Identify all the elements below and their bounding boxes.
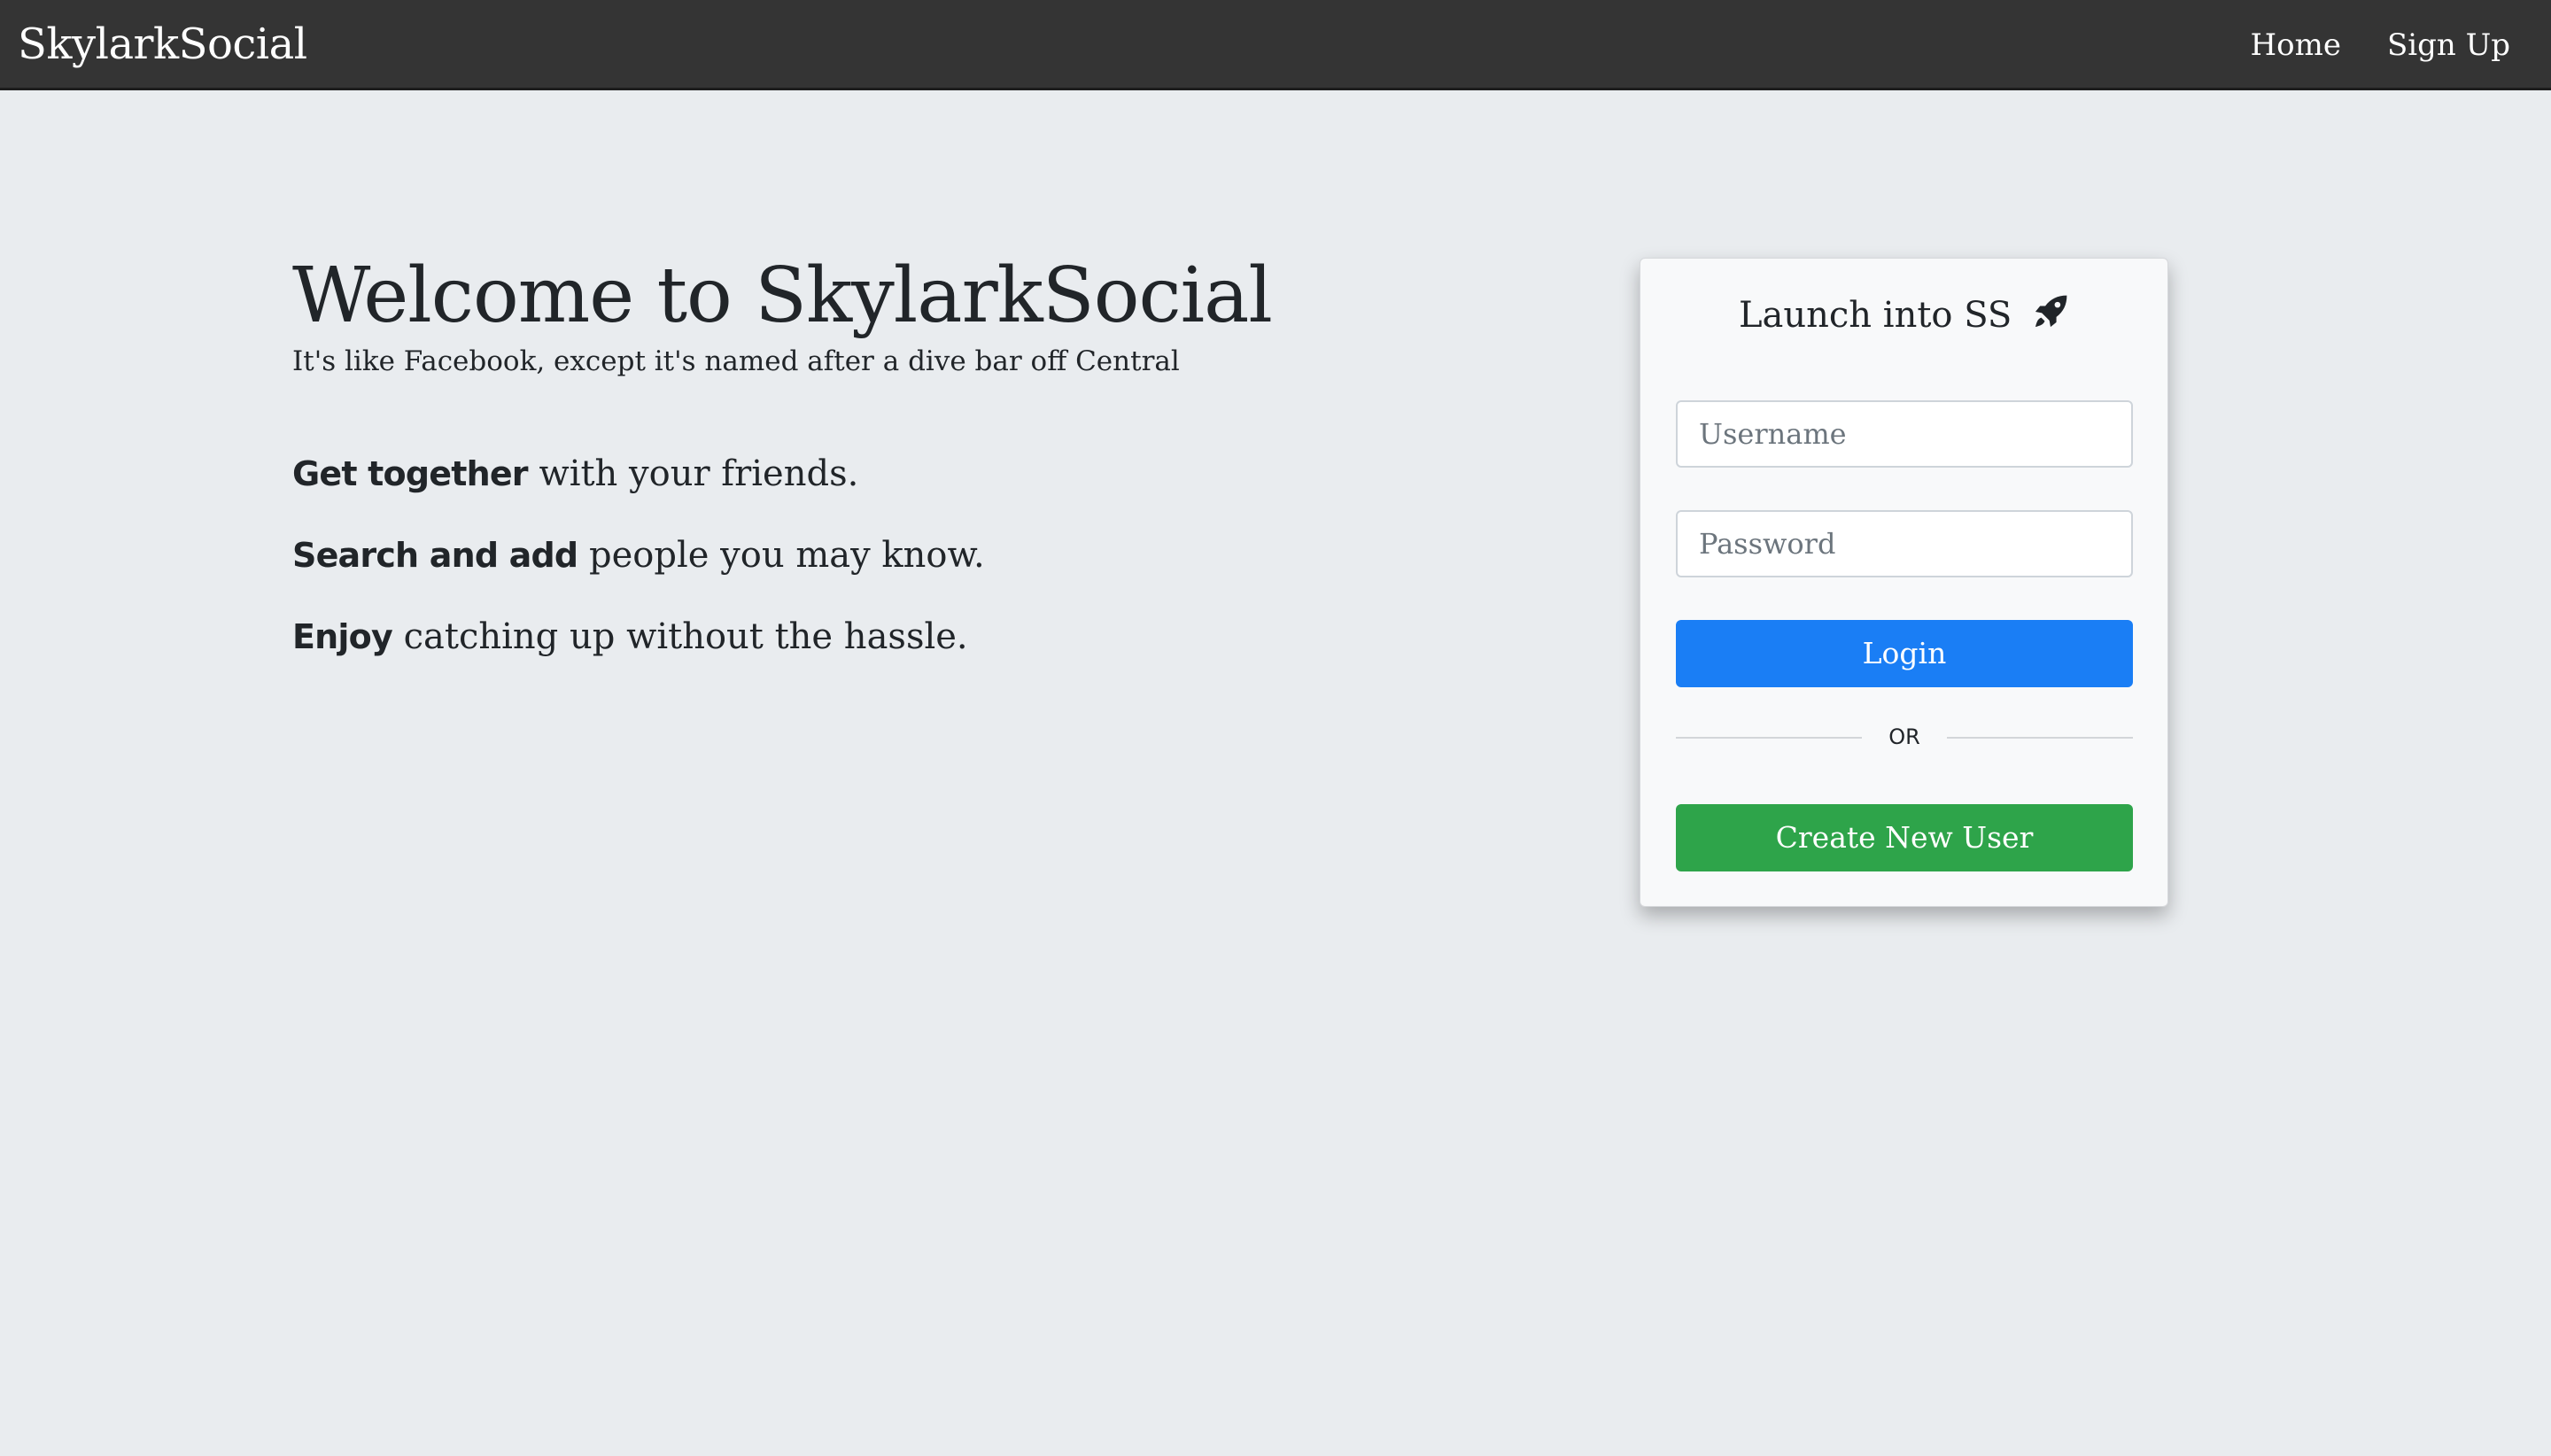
divider-line-right [1947,737,2133,739]
page-title: Welcome to SkylarkSocial [292,252,1273,340]
feature-item: Get together with your friends. [292,450,1444,498]
nav-link-home[interactable]: Home [2250,25,2340,66]
feature-text: catching up without the hassle. [392,616,968,657]
rocket-icon [2032,293,2069,344]
feature-item: Search and add people you may know. [292,531,1444,579]
brand-logo-link[interactable]: SkylarkSocial [18,16,307,73]
navbar: SkylarkSocial Home Sign Up [0,0,2551,90]
feature-highlight: Enjoy [292,617,393,656]
login-card-title-text: Launch into SS [1738,295,2012,336]
hero-section: Welcome to SkylarkSocial It's like Faceb… [292,250,1444,694]
password-input[interactable] [1676,510,2133,577]
feature-text: people you may know. [578,535,985,576]
create-new-user-button[interactable]: Create New User [1676,804,2133,871]
feature-text: with your friends. [527,453,859,494]
feature-list: Get together with your friends. Search a… [292,450,1444,661]
nav-link-sign-up[interactable]: Sign Up [2387,25,2510,66]
login-button[interactable]: Login [1676,620,2133,687]
feature-highlight: Get together [292,454,529,493]
feature-highlight: Search and add [292,536,578,575]
login-card-title: Launch into SS [1640,290,2167,344]
nav-links: Home Sign Up [2250,25,2510,66]
or-divider: OR [1676,719,2133,755]
login-card: Launch into SS Login OR Create New User [1640,258,2168,907]
username-input[interactable] [1676,400,2133,468]
page-subtitle: It's like Facebook, except it's named af… [292,345,1180,377]
feature-item: Enjoy catching up without the hassle. [292,613,1444,661]
